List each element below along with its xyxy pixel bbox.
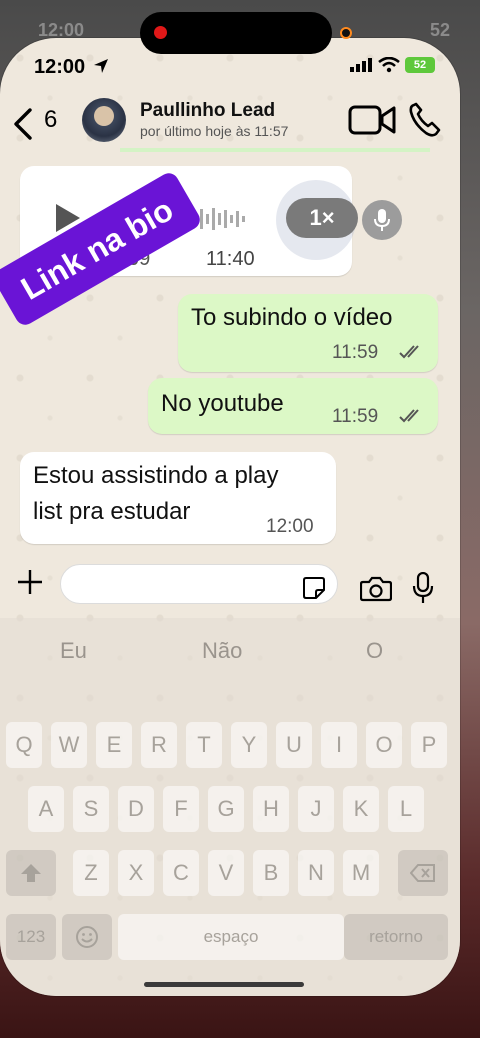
emoji-icon xyxy=(76,926,98,948)
phone-screen: 12:00 52 6 Paullinho Lead por último hoj… xyxy=(0,38,460,996)
key[interactable]: B xyxy=(253,850,289,896)
recording-indicator-icon xyxy=(154,26,167,39)
last-seen-status: por último hoje às 11:57 xyxy=(140,123,289,139)
microphone-icon[interactable] xyxy=(412,572,434,604)
keyboard: Eu Não O Q W E R T Y U I O P A S D F G H… xyxy=(0,618,460,996)
unread-count[interactable]: 6 xyxy=(44,106,57,134)
message-text: To subindo o vídeo xyxy=(191,304,393,331)
suggestion-3[interactable]: O xyxy=(366,638,383,664)
key[interactable]: I xyxy=(321,722,357,768)
message-time: 12:00 xyxy=(266,516,314,537)
key[interactable]: D xyxy=(118,786,154,832)
key[interactable]: H xyxy=(253,786,289,832)
signal-icon xyxy=(350,58,372,72)
chevron-left-icon[interactable] xyxy=(10,104,38,144)
home-indicator[interactable] xyxy=(144,982,304,987)
microphone-icon xyxy=(374,209,390,231)
double-check-icon xyxy=(399,409,419,423)
return-key[interactable]: retorno xyxy=(344,914,448,960)
suggestion-2[interactable]: Não xyxy=(202,638,242,664)
privacy-indicator-icon xyxy=(340,27,352,39)
message-input[interactable] xyxy=(60,564,338,604)
key[interactable]: W xyxy=(51,722,87,768)
space-key[interactable]: espaço xyxy=(118,914,344,960)
dynamic-island xyxy=(140,12,332,54)
key[interactable]: M xyxy=(343,850,379,896)
battery-icon: 52 xyxy=(405,57,435,73)
key[interactable]: Y xyxy=(231,722,267,768)
composer-bar xyxy=(0,554,460,614)
key[interactable]: C xyxy=(163,850,199,896)
backspace-icon xyxy=(409,864,435,882)
delete-key[interactable] xyxy=(398,850,448,896)
status-time: 12:00 xyxy=(34,56,86,78)
message-text-line: Estou assistindo a play xyxy=(33,462,279,489)
header-divider xyxy=(120,148,430,152)
key[interactable]: N xyxy=(298,850,334,896)
playback-speed-button[interactable]: 1× xyxy=(286,198,358,238)
message-bubble[interactable]: To subindo o vídeo 11:59 xyxy=(178,294,438,372)
numbers-key[interactable]: 123 xyxy=(6,914,56,960)
message-time: 11:59 xyxy=(332,406,379,427)
location-arrow-icon xyxy=(94,59,108,73)
plus-icon[interactable] xyxy=(16,568,44,596)
video-call-icon[interactable] xyxy=(348,104,396,136)
key[interactable]: P xyxy=(411,722,447,768)
message-text: No youtube xyxy=(161,390,284,417)
shift-arrow-icon xyxy=(21,864,41,882)
phone-call-icon[interactable] xyxy=(408,102,442,138)
double-check-icon xyxy=(399,345,419,359)
key[interactable]: S xyxy=(73,786,109,832)
key[interactable]: X xyxy=(118,850,154,896)
emoji-key[interactable] xyxy=(62,914,112,960)
key[interactable]: Z xyxy=(73,850,109,896)
wifi-icon xyxy=(378,57,400,73)
key[interactable]: L xyxy=(388,786,424,832)
key[interactable]: J xyxy=(298,786,334,832)
sticker-icon[interactable] xyxy=(302,576,326,600)
avatar[interactable] xyxy=(82,98,126,142)
shift-key[interactable] xyxy=(6,850,56,896)
key[interactable]: A xyxy=(28,786,64,832)
message-bubble[interactable]: Estou assistindo a play list pra estudar… xyxy=(20,452,336,544)
key[interactable]: G xyxy=(208,786,244,832)
key[interactable]: V xyxy=(208,850,244,896)
message-text-line: list pra estudar xyxy=(33,498,191,525)
key[interactable]: F xyxy=(163,786,199,832)
message-bubble[interactable]: No youtube 11:59 xyxy=(148,378,438,434)
chat-header: 6 Paullinho Lead por último hoje às 11:5… xyxy=(0,96,460,152)
key[interactable]: Q xyxy=(6,722,42,768)
audio-timestamp: 11:40 xyxy=(206,248,255,270)
contact-name[interactable]: Paullinho Lead xyxy=(140,100,275,122)
message-time: 11:59 xyxy=(332,342,379,363)
camera-icon[interactable] xyxy=(360,576,392,602)
key[interactable]: R xyxy=(141,722,177,768)
key[interactable]: K xyxy=(343,786,379,832)
suggestion-1[interactable]: Eu xyxy=(60,638,87,664)
audio-mic-badge xyxy=(362,200,402,240)
key[interactable]: U xyxy=(276,722,312,768)
key[interactable]: O xyxy=(366,722,402,768)
key[interactable]: T xyxy=(186,722,222,768)
key[interactable]: E xyxy=(96,722,132,768)
